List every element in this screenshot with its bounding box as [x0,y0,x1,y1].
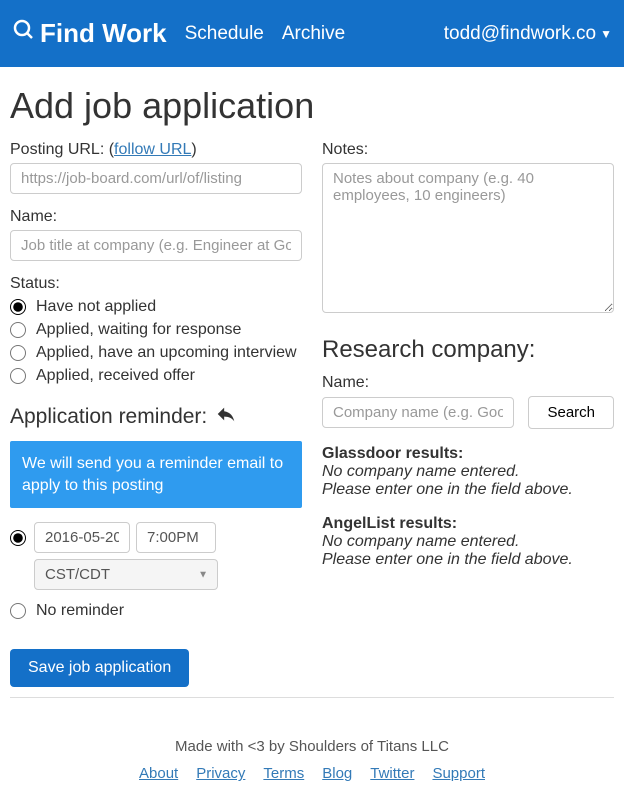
chevron-down-icon: ▼ [600,27,612,41]
footer-about[interactable]: About [139,765,178,782]
status-radio-2[interactable] [10,345,26,361]
reminder-note: We will send you a reminder email to app… [10,441,302,508]
navbar: Find Work Schedule Archive todd@findwork… [0,0,624,67]
status-radio-3[interactable] [10,368,26,384]
nav-schedule[interactable]: Schedule [185,23,264,45]
status-radio-1[interactable] [10,322,26,338]
status-option-1: Applied, waiting for response [36,321,241,339]
reply-icon [215,403,237,431]
angellist-line2: Please enter one in the field above. [322,551,614,569]
status-option-3: Applied, received offer [36,367,195,385]
nav-archive[interactable]: Archive [282,23,345,45]
notes-label: Notes: [322,141,614,159]
brand-text: Find Work [40,18,167,49]
footer-support[interactable]: Support [432,765,485,782]
reminder-tz-select[interactable]: CST/CDT [34,559,218,590]
reminder-date-input[interactable] [34,522,130,553]
status-option-2: Applied, have an upcoming interview [36,344,297,362]
reminder-radio-scheduled[interactable] [10,530,26,546]
status-option-0: Have not applied [36,298,156,316]
glassdoor-line1: No company name entered. [322,463,614,481]
user-email: todd@findwork.co [444,23,596,45]
footer-privacy[interactable]: Privacy [196,765,245,782]
research-heading: Research company: [322,336,614,364]
research-name-label: Name: [322,374,614,392]
glassdoor-block: Glassdoor results: No company name enter… [322,445,614,499]
footer-blog[interactable]: Blog [322,765,352,782]
footer-made: Made with <3 by Shoulders of Titans LLC [0,738,624,755]
name-input[interactable] [10,230,302,261]
status-label: Status: [10,275,302,293]
name-label: Name: [10,208,302,226]
footer-terms[interactable]: Terms [263,765,304,782]
reminder-heading: Application reminder: [10,403,302,431]
status-radio-0[interactable] [10,299,26,315]
notes-textarea[interactable] [322,163,614,313]
nav-links: Schedule Archive [185,23,346,45]
footer-twitter[interactable]: Twitter [370,765,414,782]
search-button[interactable]: Search [528,396,614,429]
no-reminder-label: No reminder [36,602,124,620]
reminder-fields: CST/CDT ▼ [34,522,229,590]
glassdoor-line2: Please enter one in the field above. [322,481,614,499]
save-button[interactable]: Save job application [10,649,189,687]
reminder-radio-none[interactable] [10,603,26,619]
search-icon [12,18,36,49]
posting-url-label: Posting URL: (follow URL) [10,141,302,159]
page-title: Add job application [10,85,614,127]
user-menu[interactable]: todd@findwork.co ▼ [444,23,612,45]
posting-url-input[interactable] [10,163,302,194]
brand[interactable]: Find Work [12,18,167,49]
right-column: Notes: Research company: Name: Search Gl… [322,141,614,687]
angellist-title: AngelList results: [322,515,614,533]
footer: Made with <3 by Shoulders of Titans LLC … [0,724,624,792]
main: Add job application Posting URL: (follow… [0,67,624,697]
glassdoor-title: Glassdoor results: [322,445,614,463]
follow-url-link[interactable]: follow URL [114,141,191,158]
angellist-line1: No company name entered. [322,533,614,551]
left-column: Posting URL: (follow URL) Name: Status: … [10,141,302,687]
research-name-input[interactable] [322,397,514,428]
reminder-time-input[interactable] [136,522,216,553]
angellist-block: AngelList results: No company name enter… [322,515,614,569]
